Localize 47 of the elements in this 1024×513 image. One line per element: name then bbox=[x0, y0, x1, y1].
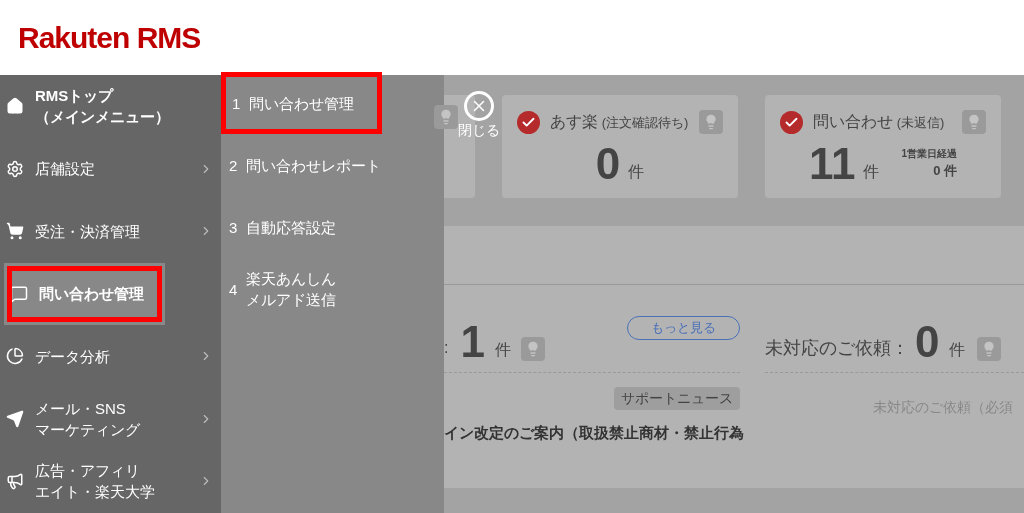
card-title: あす楽 (注文確認待ち) bbox=[550, 112, 690, 132]
chat-icon bbox=[9, 284, 29, 303]
count: 11 bbox=[808, 140, 856, 188]
count: 0 bbox=[915, 320, 940, 364]
menu-label: データ分析 bbox=[35, 346, 111, 367]
lightbulb-icon[interactable] bbox=[962, 110, 986, 134]
menu-label: RMSトップ （メインメニュー） bbox=[35, 86, 171, 128]
paper-plane-icon bbox=[5, 409, 25, 428]
sidebar-item[interactable]: 問い合わせ管理 bbox=[4, 262, 165, 325]
cart-icon bbox=[5, 222, 25, 241]
elapsed-label: 1営業日経過 bbox=[901, 146, 958, 161]
gear-icon bbox=[5, 159, 25, 178]
sidebar-item[interactable]: 受注・決済管理 bbox=[0, 200, 221, 263]
unit: 件 bbox=[863, 162, 880, 182]
megaphone-icon bbox=[5, 472, 25, 491]
elapsed-count: 0 件 bbox=[933, 161, 958, 180]
category-tag: サポートニュース bbox=[614, 387, 740, 410]
menu-label: 店舗設定 bbox=[35, 159, 96, 180]
sidebar-item[interactable]: データ分析 bbox=[0, 325, 221, 388]
sidebar-item[interactable]: 店舗設定 bbox=[0, 137, 221, 200]
lightbulb-icon[interactable] bbox=[520, 337, 545, 361]
menu-label: メール・SNS マーケティング bbox=[35, 398, 141, 440]
colon: : bbox=[444, 338, 449, 358]
menu-label: 問い合わせ管理 bbox=[39, 284, 145, 305]
count: 1 bbox=[460, 320, 485, 364]
unit: 件 bbox=[628, 162, 645, 182]
lightbulb-icon[interactable] bbox=[977, 337, 1002, 361]
submenu-item[interactable]: 3 自動応答設定 bbox=[221, 202, 345, 252]
submenu-item[interactable]: 1 問い合わせ管理 bbox=[224, 75, 379, 131]
lightbulb-icon[interactable] bbox=[434, 105, 458, 129]
sidebar-item[interactable]: RMSトップ （メインメニュー） bbox=[0, 75, 221, 138]
pie-chart-icon bbox=[5, 347, 25, 366]
submenu-item[interactable]: 2 問い合わせレポート bbox=[221, 140, 390, 190]
sidebar-item[interactable]: メール・SNS マーケティング bbox=[0, 387, 221, 450]
check-icon bbox=[780, 110, 803, 134]
sidebar-item[interactable]: 広告・アフィリ エイト・楽天大学 bbox=[0, 450, 221, 513]
menu-label: 受注・決済管理 bbox=[35, 221, 141, 242]
lightbulb-icon[interactable] bbox=[699, 110, 723, 134]
home-icon bbox=[5, 97, 25, 116]
menu-label: 広告・アフィリ エイト・楽天大学 bbox=[35, 461, 156, 503]
count: 0 bbox=[595, 140, 621, 188]
check-icon bbox=[517, 110, 540, 134]
card-title: 問い合わせ (未返信) bbox=[813, 112, 946, 132]
logo: Rakuten RMS bbox=[18, 22, 201, 53]
unit: 件 bbox=[494, 340, 511, 360]
pending-label: 未対応のご依頼： bbox=[765, 337, 909, 360]
unit: 件 bbox=[949, 340, 966, 360]
